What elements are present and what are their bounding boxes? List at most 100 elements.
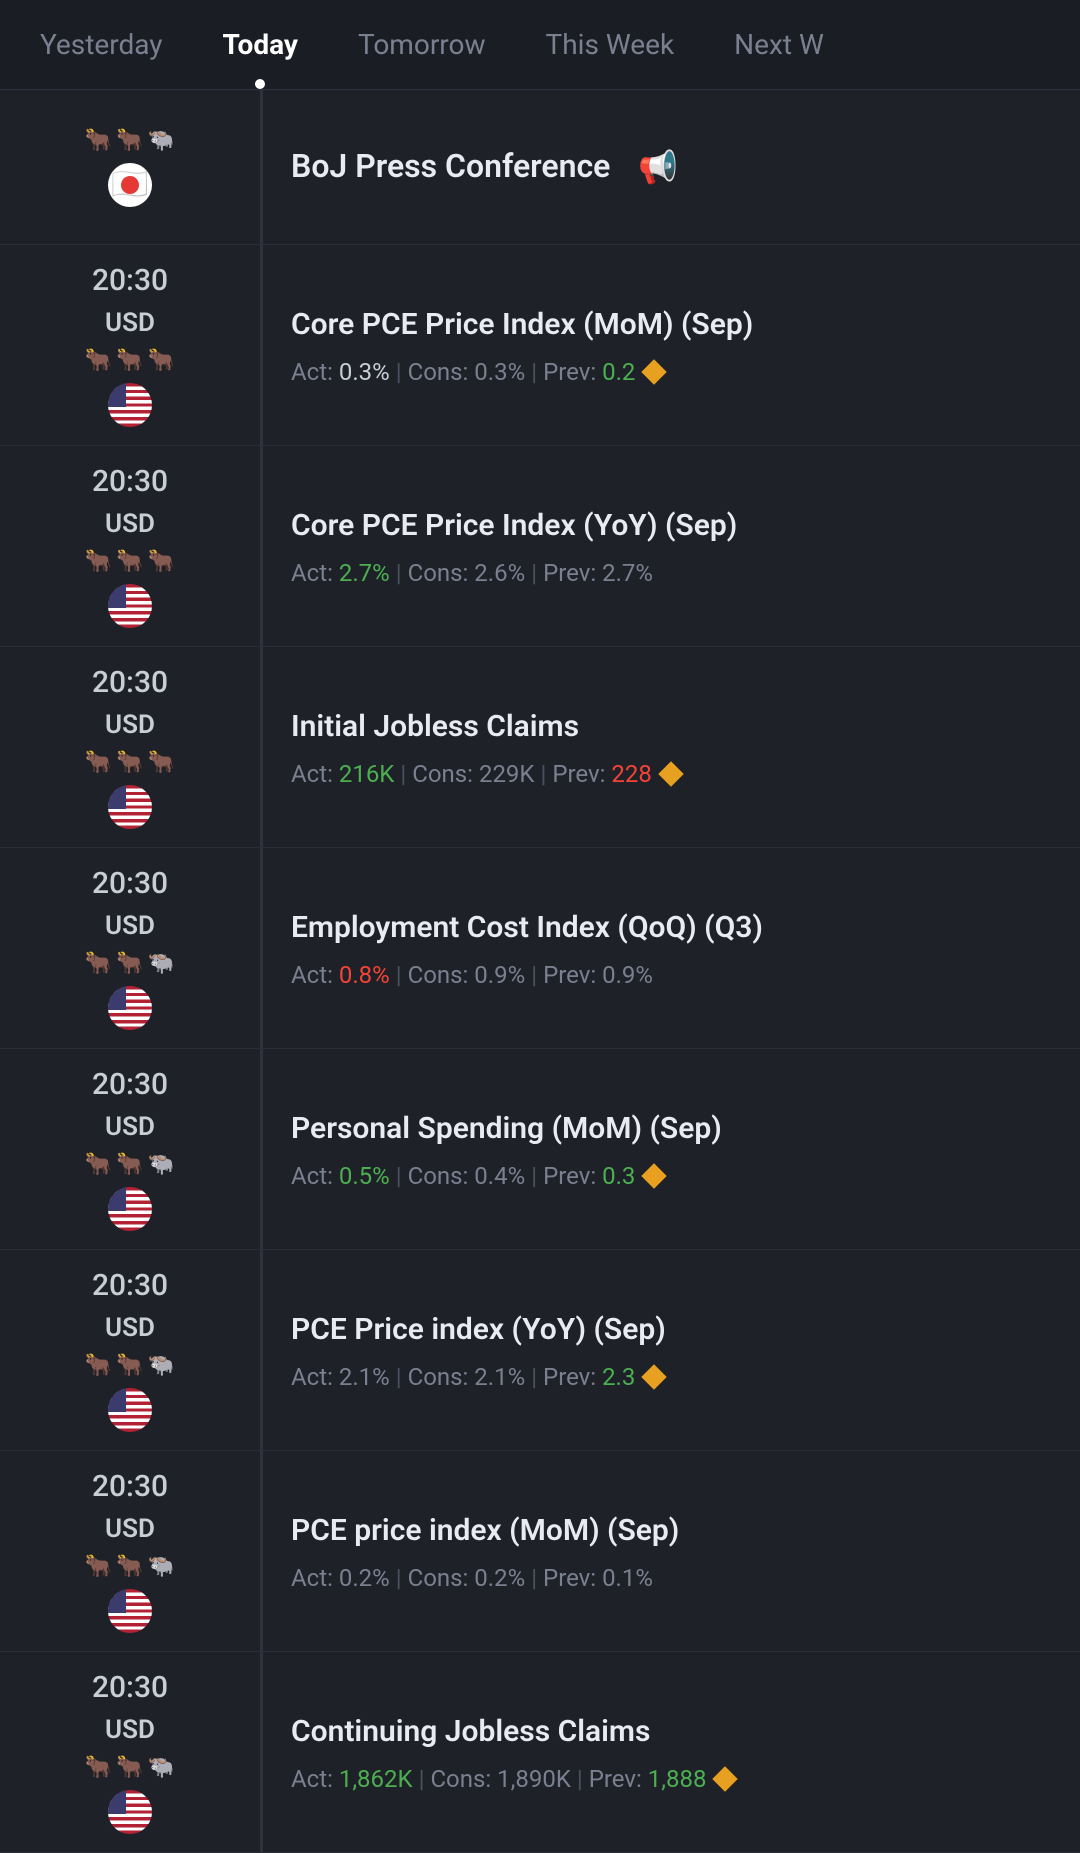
act-label-1: Act: 0.3% bbox=[291, 358, 390, 386]
event-row-employment-cost: 20:30 USD 🐂 🐂 🐃 Employment Cost Index (Q… bbox=[0, 848, 1080, 1049]
stats-spending: Act: 0.5% | Cons: 0.4% | Prev: 0.3 bbox=[291, 1162, 1052, 1190]
diamond-jobless bbox=[658, 761, 683, 786]
event-left-pce-yoy: 20:30 USD 🐂 🐂 🐃 bbox=[0, 1250, 260, 1450]
bulls-jobless: 🐂 🐂 🐂 bbox=[85, 750, 175, 775]
sep-2: | bbox=[531, 358, 537, 386]
event-row-continuing-jobless: 20:30 USD 🐂 🐂 🐃 Continuing Jobless Claim… bbox=[0, 1652, 1080, 1853]
time-emp: 20:30 bbox=[92, 866, 168, 901]
megaphone-icon: 📢 bbox=[638, 148, 678, 186]
flag-us-6 bbox=[108, 1388, 152, 1432]
diamond-cont-jobless bbox=[713, 1766, 738, 1791]
stats-pce-yoy: Act: 2.1% | Cons: 2.1% | Prev: 2.3 bbox=[291, 1363, 1052, 1391]
event-row-pce-yoy: 20:30 USD 🐂 🐂 🐃 PCE Price index (YoY) (S… bbox=[0, 1250, 1080, 1451]
bull-2: 🐂 bbox=[116, 348, 143, 373]
tab-this-week[interactable]: This Week bbox=[516, 0, 705, 89]
time-spending: 20:30 bbox=[92, 1067, 168, 1102]
currency-spending: USD bbox=[105, 1112, 155, 1142]
time-cont-jobless: 20:30 bbox=[92, 1670, 168, 1705]
flag-us-1 bbox=[108, 383, 152, 427]
bull-3: 🐂 bbox=[148, 348, 175, 373]
name-emp: Employment Cost Index (QoQ) (Q3) bbox=[291, 908, 1052, 947]
event-right-boj: BoJ Press Conference 📢 bbox=[263, 90, 1080, 244]
flag-us-3 bbox=[108, 785, 152, 829]
event-left-core-pce-yoy: 20:30 USD 🐂 🐂 🐂 bbox=[0, 446, 260, 646]
event-time-core-pce-mom: 20:30 bbox=[92, 263, 168, 298]
stats-emp: Act: 0.8% | Cons: 0.9% | Prev: 0.9% bbox=[291, 961, 1052, 989]
event-row-core-pce-yoy: 20:30 USD 🐂 🐂 🐂 Core PCE Price Index (Yo… bbox=[0, 446, 1080, 647]
stats-cont-jobless: Act: 1,862K | Cons: 1,890K | Prev: 1,888 bbox=[291, 1765, 1052, 1793]
event-stats-yoy: Act: 2.7% | Cons: 2.6% | Prev: 2.7% bbox=[291, 559, 1052, 587]
event-time-yoy: 20:30 bbox=[92, 464, 168, 499]
event-right-core-pce-yoy: Core PCE Price Index (YoY) (Sep) Act: 2.… bbox=[263, 446, 1080, 646]
flag-jp: 🇯🇵 bbox=[108, 163, 152, 207]
event-right-pce-mom: PCE price index (MoM) (Sep) Act: 0.2% | … bbox=[263, 1451, 1080, 1651]
event-right-emp: Employment Cost Index (QoQ) (Q3) Act: 0.… bbox=[263, 848, 1080, 1048]
bulls-spending: 🐂 🐂 🐃 bbox=[85, 1152, 175, 1177]
event-currency-core-pce-mom: USD bbox=[105, 308, 155, 338]
event-row-boj: 🐂 🐂 🐃 🇯🇵 BoJ Press Conference 📢 bbox=[0, 90, 1080, 245]
event-left-emp: 20:30 USD 🐂 🐂 🐃 bbox=[0, 848, 260, 1048]
bulls-cont-jobless: 🐂 🐂 🐃 bbox=[85, 1755, 175, 1780]
event-right-jobless: Initial Jobless Claims Act: 216K | Cons:… bbox=[263, 647, 1080, 847]
sep-1: | bbox=[396, 358, 402, 386]
bull-icons-yoy: 🐂 🐂 🐂 bbox=[85, 549, 175, 574]
event-name-yoy: Core PCE Price Index (YoY) (Sep) bbox=[291, 506, 1052, 545]
flag-us-4 bbox=[108, 986, 152, 1030]
bull-icons-core-pce-mom: 🐂 🐂 🐂 bbox=[85, 348, 175, 373]
currency-cont-jobless: USD bbox=[105, 1715, 155, 1745]
currency-emp: USD bbox=[105, 911, 155, 941]
flag-us-5 bbox=[108, 1187, 152, 1231]
name-spending: Personal Spending (MoM) (Sep) bbox=[291, 1109, 1052, 1148]
event-currency-yoy: USD bbox=[105, 509, 155, 539]
bull-icon-2: 🐂 bbox=[116, 128, 143, 153]
bulls-pce-mom: 🐂 🐂 🐃 bbox=[85, 1554, 175, 1579]
diamond-1 bbox=[642, 359, 667, 384]
tab-tomorrow[interactable]: Tomorrow bbox=[328, 0, 516, 89]
currency-pce-yoy: USD bbox=[105, 1313, 155, 1343]
tab-bar: Yesterday Today Tomorrow This Week Next … bbox=[0, 0, 1080, 90]
time-pce-mom: 20:30 bbox=[92, 1469, 168, 1504]
event-right-core-pce-mom: Core PCE Price Index (MoM) (Sep) Act: 0.… bbox=[263, 245, 1080, 445]
stats-pce-mom: Act: 0.2% | Cons: 0.2% | Prev: 0.1% bbox=[291, 1564, 1052, 1592]
currency-pce-mom: USD bbox=[105, 1514, 155, 1544]
event-right-cont-jobless: Continuing Jobless Claims Act: 1,862K | … bbox=[263, 1652, 1080, 1852]
event-left-jobless: 20:30 USD 🐂 🐂 🐂 bbox=[0, 647, 260, 847]
event-left-pce-mom: 20:30 USD 🐂 🐂 🐃 bbox=[0, 1451, 260, 1651]
time-pce-yoy: 20:30 bbox=[92, 1268, 168, 1303]
stats-jobless: Act: 216K | Cons: 229K | Prev: 228 bbox=[291, 760, 1052, 788]
event-row-initial-jobless: 20:30 USD 🐂 🐂 🐂 Initial Jobless Claims A… bbox=[0, 647, 1080, 848]
currency-jobless: USD bbox=[105, 710, 155, 740]
event-list: 🐂 🐂 🐃 🇯🇵 BoJ Press Conference 📢 20:30 US… bbox=[0, 90, 1080, 1853]
event-right-pce-yoy: PCE Price index (YoY) (Sep) Act: 2.1% | … bbox=[263, 1250, 1080, 1450]
bull-icon-3: 🐃 bbox=[148, 128, 175, 153]
tab-today[interactable]: Today bbox=[193, 0, 328, 89]
event-left-spending: 20:30 USD 🐂 🐂 🐃 bbox=[0, 1049, 260, 1249]
cons-label-1: Cons: 0.3% bbox=[408, 358, 526, 386]
bull-icons-boj: 🐂 🐂 🐃 bbox=[85, 128, 175, 153]
tab-next[interactable]: Next W bbox=[704, 0, 854, 89]
event-left-core-pce-mom: 20:30 USD 🐂 🐂 🐂 bbox=[0, 245, 260, 445]
event-right-spending: Personal Spending (MoM) (Sep) Act: 0.5% … bbox=[263, 1049, 1080, 1249]
event-left-cont-jobless: 20:30 USD 🐂 🐂 🐃 bbox=[0, 1652, 260, 1852]
flag-us-7 bbox=[108, 1589, 152, 1633]
event-row-pce-mom: 20:30 USD 🐂 🐂 🐃 PCE price index (MoM) (S… bbox=[0, 1451, 1080, 1652]
diamond-spending bbox=[642, 1163, 667, 1188]
bulls-pce-yoy: 🐂 🐂 🐃 bbox=[85, 1353, 175, 1378]
diamond-pce-yoy bbox=[642, 1364, 667, 1389]
flag-us-2 bbox=[108, 584, 152, 628]
time-jobless: 20:30 bbox=[92, 665, 168, 700]
bulls-emp: 🐂 🐂 🐃 bbox=[85, 951, 175, 976]
event-stats-core-pce-mom: Act: 0.3% | Cons: 0.3% | Prev: 0.2 bbox=[291, 358, 1052, 386]
name-cont-jobless: Continuing Jobless Claims bbox=[291, 1712, 1052, 1751]
tab-yesterday[interactable]: Yesterday bbox=[10, 0, 193, 89]
prev-label-1: Prev: 0.2 bbox=[543, 358, 635, 386]
event-row-core-pce-mom: 20:30 USD 🐂 🐂 🐂 Core PCE Price Index (Mo… bbox=[0, 245, 1080, 446]
name-pce-mom: PCE price index (MoM) (Sep) bbox=[291, 1511, 1052, 1550]
boj-event-name: BoJ Press Conference bbox=[291, 146, 610, 188]
event-left-boj: 🐂 🐂 🐃 🇯🇵 bbox=[0, 90, 260, 244]
bull-1: 🐂 bbox=[85, 348, 112, 373]
event-name-core-pce-mom: Core PCE Price Index (MoM) (Sep) bbox=[291, 305, 1052, 344]
flag-us-8 bbox=[108, 1790, 152, 1834]
name-jobless: Initial Jobless Claims bbox=[291, 707, 1052, 746]
bull-icon-1: 🐂 bbox=[85, 128, 112, 153]
